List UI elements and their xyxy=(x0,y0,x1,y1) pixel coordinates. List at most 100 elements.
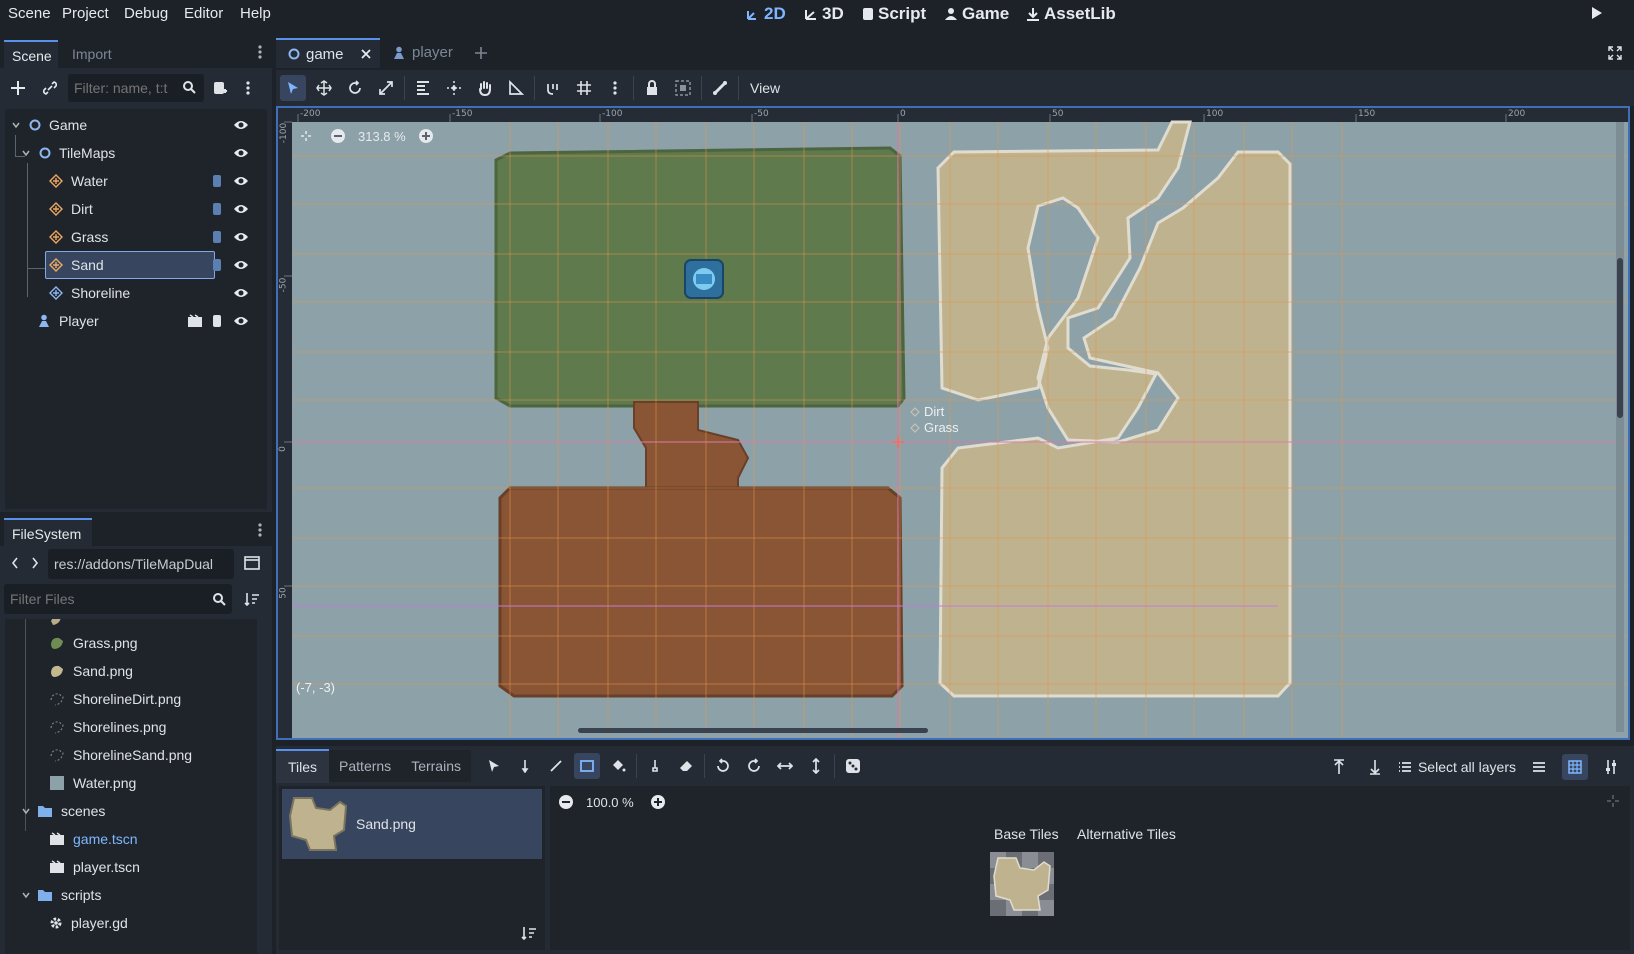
smart-snap-button[interactable] xyxy=(540,75,566,101)
center-view-button[interactable] xyxy=(300,130,312,142)
grid-snap-button[interactable] xyxy=(571,75,597,101)
tab-patterns[interactable]: Patterns xyxy=(329,750,402,782)
group-button[interactable] xyxy=(670,75,696,101)
tile-bucket-tool[interactable] xyxy=(605,753,631,779)
file-shoreline-dirt-png[interactable]: ShorelineDirt.png xyxy=(5,685,255,713)
layer-highlight-button[interactable] xyxy=(1526,754,1552,780)
scene-more-menu-icon[interactable] xyxy=(246,80,250,99)
menu-project[interactable]: Project xyxy=(62,5,109,22)
select-all-layers-button[interactable]: Select all layers xyxy=(1398,759,1516,775)
view-menu-button[interactable]: View xyxy=(744,80,786,96)
previous-layer-button[interactable] xyxy=(1326,754,1352,780)
file-player-gd[interactable]: player.gd xyxy=(5,909,255,937)
visibility-eye-icon[interactable] xyxy=(233,119,249,131)
toggle-grid-button[interactable] xyxy=(1562,754,1588,780)
workspace-script-tab[interactable]: Script xyxy=(862,4,926,24)
script-attached-icon[interactable] xyxy=(211,202,223,216)
open-in-editor-icon[interactable] xyxy=(187,314,203,328)
flip-vertical-button[interactable] xyxy=(803,753,829,779)
dock-menu-icon[interactable] xyxy=(258,44,262,63)
workspace-assetlib-tab[interactable]: AssetLib xyxy=(1026,4,1116,24)
menu-editor[interactable]: Editor xyxy=(184,5,223,22)
folder-scripts[interactable]: scripts xyxy=(5,881,255,909)
dock-menu-icon[interactable] xyxy=(258,522,262,541)
rotate-right-button[interactable] xyxy=(741,753,767,779)
chevron-down-icon[interactable] xyxy=(21,148,31,158)
zoom-out-button[interactable] xyxy=(330,128,346,144)
file-game-tscn[interactable]: game.tscn xyxy=(5,825,255,853)
tab-import[interactable]: Import xyxy=(72,46,112,62)
tile-select-tool[interactable] xyxy=(481,753,507,779)
menu-help[interactable]: Help xyxy=(240,5,271,22)
instance-scene-button[interactable] xyxy=(42,80,58,96)
tile-paint-tool[interactable] xyxy=(512,753,538,779)
visibility-eye-icon[interactable] xyxy=(233,147,249,159)
source-item-sand[interactable]: Sand.png xyxy=(282,789,542,859)
file-player-tscn[interactable]: player.tscn xyxy=(5,853,255,881)
file-shoreline-sand-png[interactable]: ShorelineSand.png xyxy=(5,741,255,769)
filter-files-input[interactable] xyxy=(4,584,232,614)
script-attached-icon[interactable] xyxy=(211,174,223,188)
chevron-down-icon[interactable] xyxy=(21,890,31,900)
history-back-button[interactable] xyxy=(10,556,20,570)
tile-rect-tool[interactable] xyxy=(573,753,600,779)
scene-tab-player[interactable]: player xyxy=(392,44,453,61)
rotate-left-button[interactable] xyxy=(710,753,736,779)
chevron-down-icon[interactable] xyxy=(21,806,31,816)
snap-options-button[interactable] xyxy=(602,75,628,101)
script-attached-icon[interactable] xyxy=(211,258,223,272)
visibility-eye-icon[interactable] xyxy=(233,175,249,187)
chevron-down-icon[interactable] xyxy=(11,120,21,130)
rotate-mode-button[interactable] xyxy=(342,75,368,101)
visibility-eye-icon[interactable] xyxy=(233,315,249,327)
zoom-in-button[interactable] xyxy=(418,128,434,144)
history-forward-button[interactable] xyxy=(30,556,40,570)
visibility-eye-icon[interactable] xyxy=(233,287,249,299)
file-water-png[interactable]: Water.png xyxy=(5,769,255,797)
skeleton-options-button[interactable] xyxy=(707,75,733,101)
pivot-mode-button[interactable] xyxy=(441,75,467,101)
tree-node-sand[interactable]: Sand xyxy=(5,251,267,279)
tree-node-dirt[interactable]: Dirt xyxy=(5,195,267,223)
move-mode-button[interactable] xyxy=(311,75,337,101)
file-sand-png[interactable]: Sand.png xyxy=(5,657,255,685)
file-grass-png[interactable]: Grass.png xyxy=(5,629,255,657)
add-node-button[interactable] xyxy=(10,80,26,96)
random-tile-button[interactable] xyxy=(840,753,866,779)
atlas-center-button[interactable] xyxy=(1606,794,1620,808)
list-select-button[interactable] xyxy=(410,75,436,101)
file-shorelines-png[interactable]: Shorelines.png xyxy=(5,713,255,741)
attach-script-button[interactable] xyxy=(212,80,228,96)
visibility-eye-icon[interactable] xyxy=(233,259,249,271)
sort-sources-button[interactable] xyxy=(521,926,537,940)
script-attached-icon[interactable] xyxy=(211,314,223,328)
add-scene-tab-button[interactable] xyxy=(474,46,488,60)
toggle-split-mode-button[interactable] xyxy=(244,556,260,570)
next-layer-button[interactable] xyxy=(1362,754,1388,780)
scene-tab-game[interactable]: game xyxy=(276,38,380,68)
script-attached-icon[interactable] xyxy=(211,230,223,244)
pan-mode-button[interactable] xyxy=(472,75,498,101)
ruler-mode-button[interactable] xyxy=(503,75,529,101)
filesystem-path-field[interactable]: res://addons/TileMapDual xyxy=(48,549,234,579)
workspace-3d-tab[interactable]: 3D xyxy=(804,4,844,24)
tree-node-grass[interactable]: Grass xyxy=(5,223,267,251)
tree-node-game[interactable]: Game xyxy=(5,111,267,139)
menu-debug[interactable]: Debug xyxy=(124,5,168,22)
menu-scene[interactable]: Scene xyxy=(8,5,51,22)
visibility-eye-icon[interactable] xyxy=(233,203,249,215)
tab-scene[interactable]: Scene xyxy=(4,40,58,68)
close-icon[interactable] xyxy=(360,48,372,60)
tab-filesystem[interactable]: FileSystem xyxy=(4,518,92,546)
visibility-eye-icon[interactable] xyxy=(233,231,249,243)
tile-eraser-tool[interactable] xyxy=(673,753,699,779)
canvas-viewport[interactable]: -200 -150 -100 -50 0 50 100 150 200 -100… xyxy=(276,106,1630,740)
lock-button[interactable] xyxy=(639,75,665,101)
tab-terrains[interactable]: Terrains xyxy=(401,750,471,782)
tree-node-tilemaps[interactable]: TileMaps xyxy=(5,139,267,167)
tree-node-shoreline[interactable]: Shoreline xyxy=(5,279,267,307)
atlas-zoom-in-button[interactable] xyxy=(650,794,666,810)
scale-mode-button[interactable] xyxy=(373,75,399,101)
list-item-partial[interactable] xyxy=(5,619,255,627)
select-mode-button[interactable] xyxy=(280,75,306,101)
